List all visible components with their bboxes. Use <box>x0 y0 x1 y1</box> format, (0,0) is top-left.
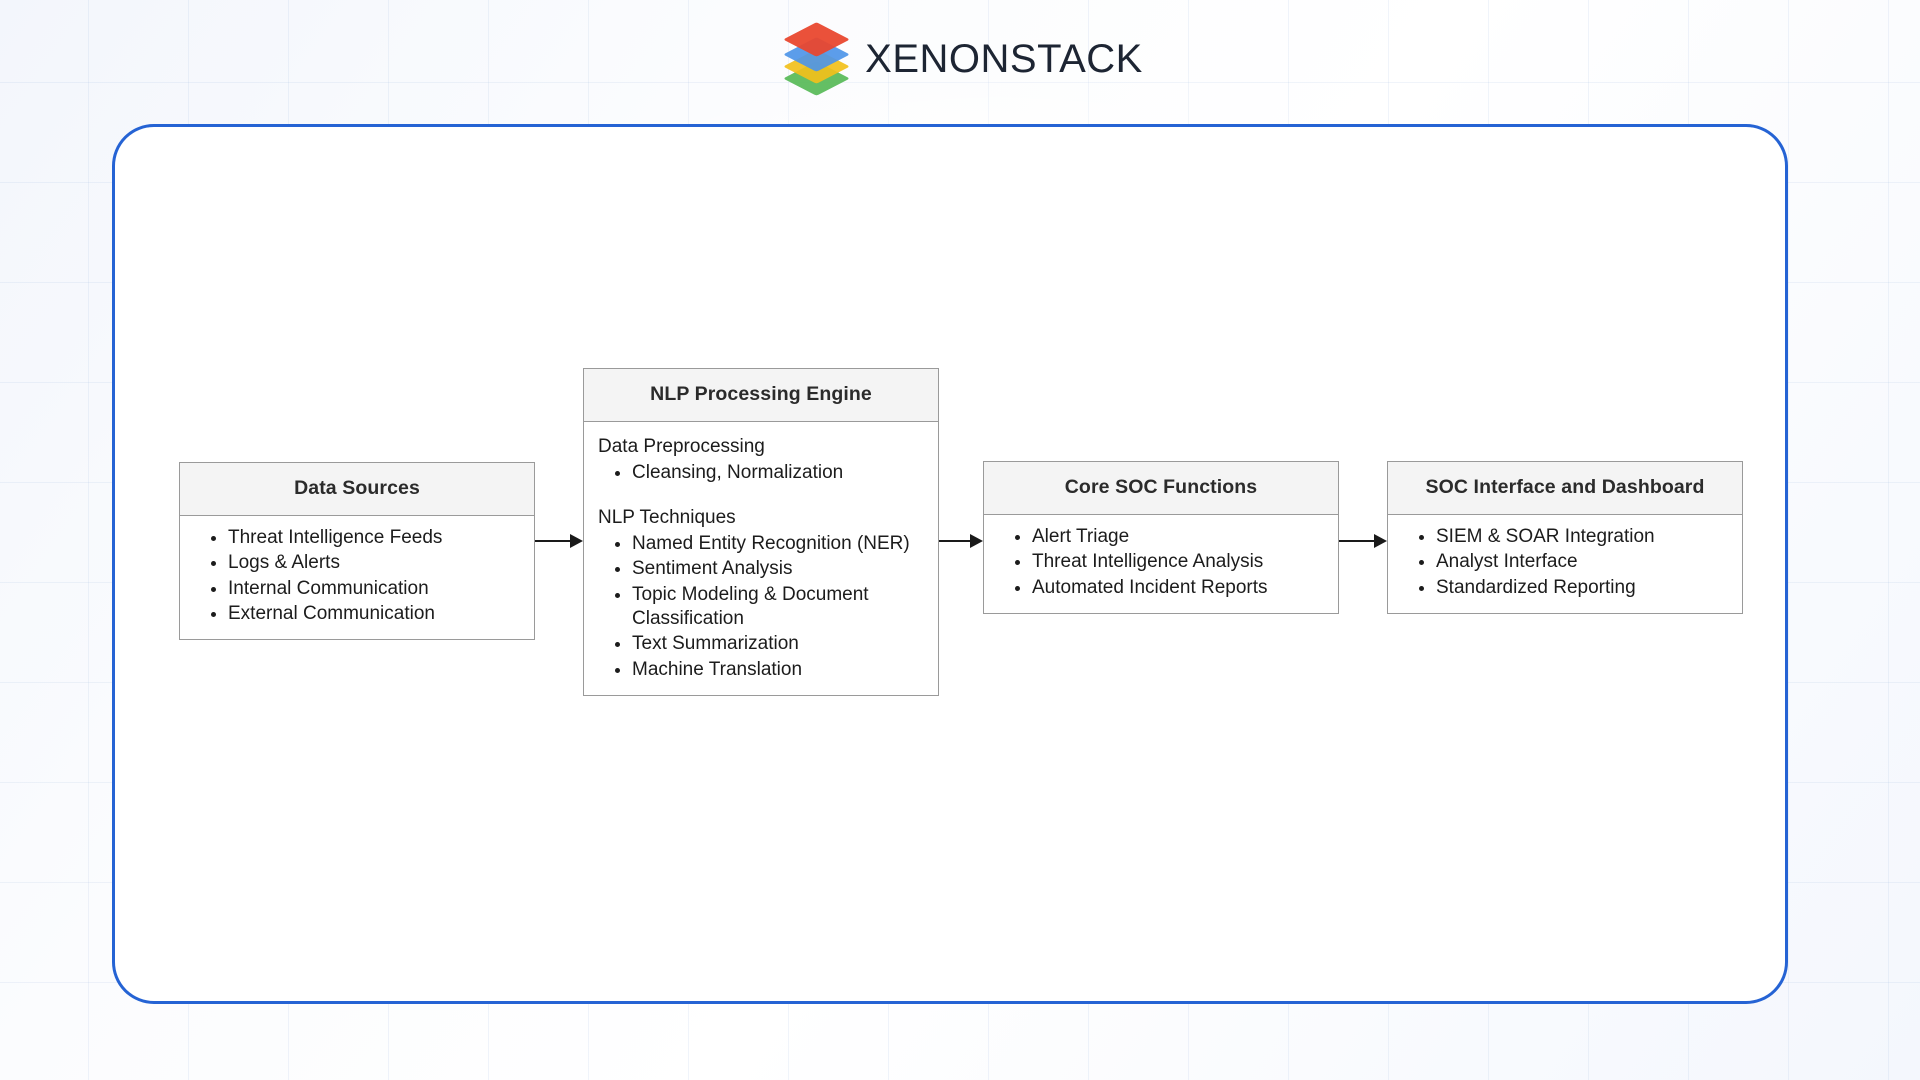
node-title: SOC Interface and Dashboard <box>1388 462 1742 515</box>
list-item: Threat Intelligence Analysis <box>1032 550 1326 574</box>
connector-arrow-data-sources-to-nlp <box>535 534 583 548</box>
list-item: Text Summarization <box>632 632 926 656</box>
node-item-list: Alert Triage Threat Intelligence Analysi… <box>996 525 1326 600</box>
connector-arrow-nlp-to-core-soc <box>939 534 983 548</box>
node-body: Threat Intelligence Feeds Logs & Alerts … <box>180 516 534 639</box>
list-item: Cleansing, Normalization <box>632 461 926 485</box>
node-title: NLP Processing Engine <box>584 369 938 422</box>
arrow-shaft <box>939 540 971 542</box>
arrow-shaft <box>1339 540 1375 542</box>
brand-name: XENONSTACK <box>865 37 1143 81</box>
section-heading-preprocessing: Data Preprocessing <box>598 436 765 457</box>
node-body: SIEM & SOAR Integration Analyst Interfac… <box>1388 515 1742 613</box>
flowchart-node-core-soc-functions[interactable]: Core SOC Functions Alert Triage Threat I… <box>983 461 1339 614</box>
list-item: Machine Translation <box>632 658 926 682</box>
stacked-layers-icon <box>777 21 855 96</box>
section-heading-techniques: NLP Techniques <box>598 506 736 528</box>
flowchart-node-data-sources[interactable]: Data Sources Threat Intelligence Feeds L… <box>179 462 535 641</box>
arrow-head-icon <box>570 534 583 548</box>
list-item: Automated Incident Reports <box>1032 576 1326 600</box>
node-body: Data Preprocessing Cleansing, Normalizat… <box>584 422 938 695</box>
node-title: Data Sources <box>180 463 534 516</box>
node-item-list: SIEM & SOAR Integration Analyst Interfac… <box>1400 525 1730 600</box>
list-item: Threat Intelligence Feeds <box>228 526 522 550</box>
arrow-shaft <box>535 540 571 542</box>
flowchart-node-nlp-engine[interactable]: NLP Processing Engine Data Preprocessing… <box>583 368 939 696</box>
list-item: Standardized Reporting <box>1436 576 1730 600</box>
node-item-list-techniques: Named Entity Recognition (NER) Sentiment… <box>596 532 926 682</box>
arrow-head-icon <box>1374 534 1387 548</box>
list-item: Analyst Interface <box>1436 550 1730 574</box>
node-body: Alert Triage Threat Intelligence Analysi… <box>984 515 1338 613</box>
arrow-head-icon <box>970 534 983 548</box>
list-item: SIEM & SOAR Integration <box>1436 525 1730 549</box>
diagram-canvas-panel: Data Sources Threat Intelligence Feeds L… <box>112 124 1788 1004</box>
list-item: Named Entity Recognition (NER) <box>632 532 926 556</box>
list-item: Logs & Alerts <box>228 551 522 575</box>
flowchart-node-soc-interface-dashboard[interactable]: SOC Interface and Dashboard SIEM & SOAR … <box>1387 461 1743 614</box>
list-item: Alert Triage <box>1032 525 1326 549</box>
list-item: External Communication <box>228 602 522 626</box>
brand-header: XENONSTACK <box>0 21 1920 96</box>
node-item-list: Threat Intelligence Feeds Logs & Alerts … <box>192 526 522 626</box>
list-item: Sentiment Analysis <box>632 557 926 581</box>
architecture-flowchart: Data Sources Threat Intelligence Feeds L… <box>115 127 1785 1001</box>
node-title: Core SOC Functions <box>984 462 1338 515</box>
node-item-list-preprocessing: Cleansing, Normalization <box>596 461 926 485</box>
list-item: Topic Modeling & Document Classification <box>632 583 926 632</box>
list-item: Internal Communication <box>228 577 522 601</box>
connector-arrow-core-soc-to-soc-ui <box>1339 534 1387 548</box>
